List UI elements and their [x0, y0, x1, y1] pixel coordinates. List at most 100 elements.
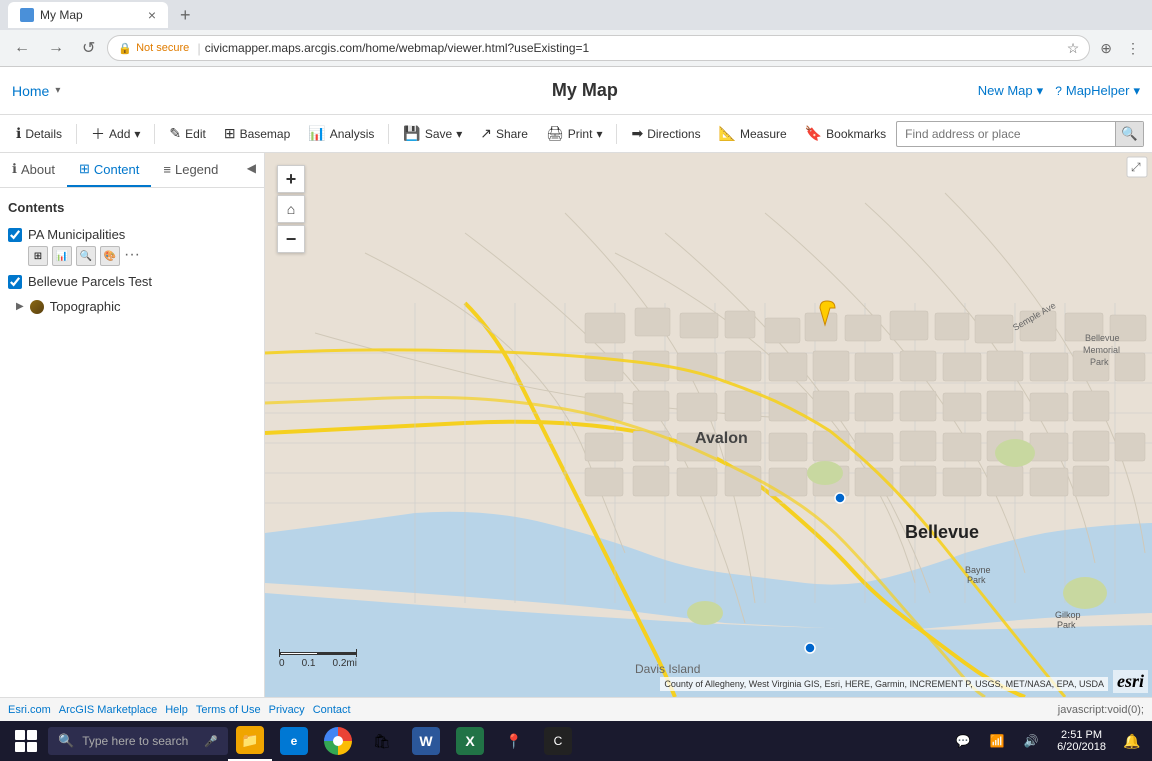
active-tab[interactable]: My Map ×	[8, 2, 168, 28]
taskbar-file-explorer[interactable]: 📁	[228, 721, 272, 761]
layer-icon-style[interactable]: 🎨	[100, 246, 120, 266]
save-button[interactable]: 💾 Save ▾	[395, 121, 470, 146]
add-arrow-icon: ▾	[134, 127, 140, 141]
network-icon[interactable]: 📶	[981, 721, 1013, 761]
taskbar-edge[interactable]: e	[272, 721, 316, 761]
measure-label: Measure	[740, 127, 787, 141]
toolbar-separator-4	[616, 124, 617, 144]
basemap-button[interactable]: ⊞ Basemap	[216, 121, 298, 146]
layer-row-pa-municipalities: PA Municipalities	[8, 227, 256, 242]
about-icon: ℹ	[12, 161, 17, 177]
notification-button[interactable]: 🔔	[1116, 721, 1148, 761]
svg-text:Memorial: Memorial	[1083, 345, 1120, 355]
privacy-link[interactable]: Privacy	[269, 704, 305, 716]
print-button[interactable]: 🖨 Print ▾	[538, 121, 611, 146]
map-area[interactable]: Avalon Bellevue Ohio River Davis Island …	[265, 153, 1152, 697]
search-button[interactable]: 🔍	[1115, 122, 1143, 146]
svg-text:Avalon: Avalon	[695, 430, 748, 447]
tab-about[interactable]: ℹ About	[0, 153, 67, 187]
chrome-icon	[324, 727, 352, 755]
bookmarks-button[interactable]: 🔖 Bookmarks	[797, 121, 894, 146]
map-helper-button[interactable]: ? MapHelper ▾	[1055, 83, 1140, 99]
clock-date: 6/20/2018	[1057, 741, 1106, 753]
directions-button[interactable]: ➡ Directions	[623, 121, 708, 146]
search-input[interactable]	[897, 127, 1115, 141]
toolbar-separator-1	[76, 124, 77, 144]
map-attribution: County of Allegheny, West Virginia GIS, …	[660, 677, 1108, 691]
scale-label-mid: 0.1	[302, 658, 316, 669]
address-bar[interactable]: 🔒 Not secure | civicmapper.maps.arcgis.c…	[107, 35, 1090, 61]
map-helper-label: MapHelper	[1066, 83, 1130, 98]
volume-icon[interactable]: 🔊	[1015, 721, 1047, 761]
refresh-button[interactable]: ↺	[76, 34, 101, 62]
layer-icons-pa-municipalities: ⊞ 📊 🔍 🎨 ···	[28, 246, 256, 266]
file-explorer-icon: 📁	[236, 726, 264, 754]
details-button[interactable]: ℹ Details	[8, 121, 70, 146]
start-button[interactable]	[4, 721, 48, 761]
home-button[interactable]: ⌂	[277, 195, 305, 223]
tab-legend[interactable]: ≡ Legend	[151, 153, 230, 187]
map-helper-icon: ?	[1055, 84, 1062, 98]
home-link[interactable]: Home	[12, 83, 49, 99]
tab-close-button[interactable]: ×	[148, 7, 156, 23]
sidebar-content: Contents PA Municipalities ⊞ 📊 🔍 🎨 ···	[0, 188, 264, 697]
taskbar-word[interactable]: W	[404, 721, 448, 761]
esri-link[interactable]: Esri.com	[8, 704, 51, 716]
svg-text:Bellevue: Bellevue	[1085, 333, 1120, 343]
taskbar-maps[interactable]: 📍	[492, 721, 536, 761]
excel-icon: X	[456, 727, 484, 755]
add-button[interactable]: ＋ Add ▾	[83, 120, 148, 148]
layer-item-bellevue: Bellevue Parcels Test	[8, 270, 256, 293]
scale-label-0: 0	[279, 658, 285, 669]
help-link[interactable]: Help	[165, 704, 188, 716]
add-icon: ＋	[91, 124, 105, 144]
back-button[interactable]: ←	[8, 35, 36, 61]
layer-more-icon[interactable]: ···	[124, 246, 140, 266]
analysis-label: Analysis	[330, 127, 375, 141]
windows-taskbar: 🔍 Type here to search 🎤 📁 e 🛍 W X 📍 C 💬 …	[0, 721, 1152, 761]
terms-link[interactable]: Terms of Use	[196, 704, 261, 716]
map-title: My Map	[192, 80, 978, 101]
search-bar[interactable]: 🔍	[896, 121, 1144, 147]
edit-button[interactable]: ✎ Edit	[161, 121, 213, 146]
taskbar-excel[interactable]: X	[448, 721, 492, 761]
sidebar: ℹ About ⊞ Content ≡ Legend ◀ Contents PA…	[0, 153, 265, 697]
taskbar-store[interactable]: 🛍	[360, 721, 404, 761]
word-icon: W	[412, 727, 440, 755]
zoom-in-button[interactable]: +	[277, 165, 305, 193]
topographic-layer-icon	[30, 300, 44, 314]
share-label: Share	[496, 127, 528, 141]
taskbar-search[interactable]: 🔍 Type here to search 🎤	[48, 727, 228, 755]
new-tab-button[interactable]: +	[172, 5, 199, 26]
chrome-menu-button[interactable]: ⋮	[1122, 36, 1144, 61]
clock[interactable]: 2:51 PM 6/20/2018	[1049, 729, 1114, 753]
expand-topographic-icon[interactable]: ▶	[16, 301, 24, 312]
layer-icon-chart[interactable]: 📊	[52, 246, 72, 266]
layer-icon-table[interactable]: ⊞	[28, 246, 48, 266]
taskbar-app8[interactable]: C	[536, 721, 580, 761]
status-links: Esri.com ArcGIS Marketplace Help Terms o…	[8, 704, 351, 716]
arcgis-marketplace-link[interactable]: ArcGIS Marketplace	[59, 704, 157, 716]
layer-checkbox-bellevue[interactable]	[8, 275, 22, 289]
forward-button[interactable]: →	[42, 35, 70, 61]
measure-button[interactable]: 📐 Measure	[711, 121, 795, 146]
bookmarks-icon: 🔖	[805, 125, 822, 142]
scale-bar-black	[318, 652, 356, 655]
directions-label: Directions	[647, 127, 700, 141]
contact-link[interactable]: Contact	[313, 704, 351, 716]
address-text: civicmapper.maps.arcgis.com/home/webmap/…	[205, 41, 1061, 55]
bookmark-star-icon[interactable]: ☆	[1067, 40, 1080, 57]
zoom-out-button[interactable]: −	[277, 225, 305, 253]
analysis-button[interactable]: 📊 Analysis	[300, 121, 382, 146]
speech-icon[interactable]: 💬	[947, 721, 979, 761]
sidebar-collapse-button[interactable]: ◀	[239, 153, 264, 187]
new-map-button[interactable]: New Map ▾	[978, 83, 1043, 99]
layer-icon-filter[interactable]: 🔍	[76, 246, 96, 266]
details-icon: ℹ	[16, 125, 21, 142]
layer-checkbox-pa-municipalities[interactable]	[8, 228, 22, 242]
share-button[interactable]: ↗ Share	[472, 121, 536, 146]
taskbar-chrome[interactable]	[316, 721, 360, 761]
toolbar-separator-3	[388, 124, 389, 144]
tab-content[interactable]: ⊞ Content	[67, 153, 151, 187]
extensions-button[interactable]: ⊕	[1096, 36, 1116, 61]
